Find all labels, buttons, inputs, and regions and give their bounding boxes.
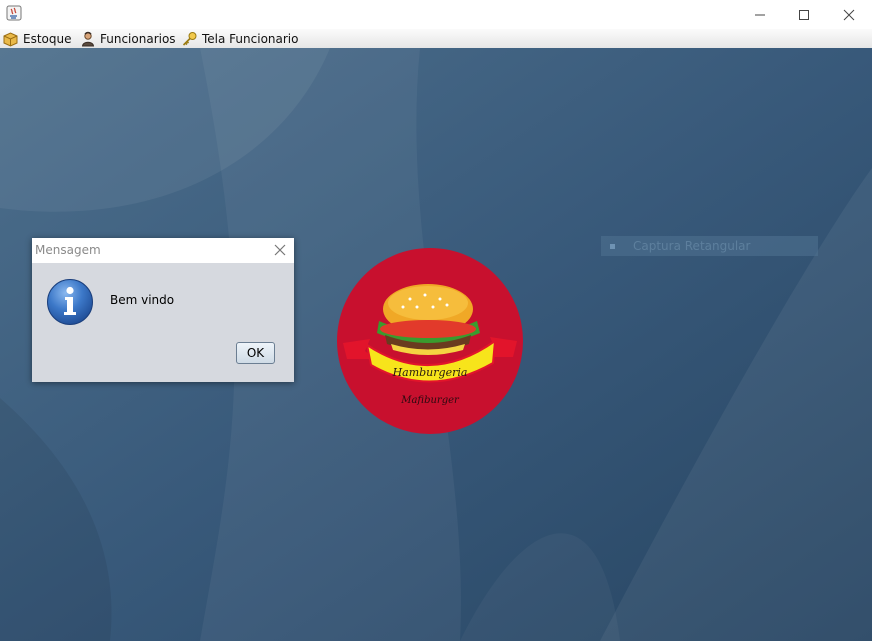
capture-label: Captura Retangular (633, 239, 751, 253)
menu-tela-funcionario[interactable]: Tela Funcionario (181, 29, 298, 48)
maximize-button[interactable] (781, 0, 827, 29)
hamburgeria-logo: Hamburgeria Mafiburger (337, 248, 523, 434)
java-app-icon (6, 5, 22, 21)
logo-text-hamburgeria: Hamburgeria (392, 366, 468, 379)
info-icon (47, 279, 93, 325)
window-titlebar (0, 0, 872, 29)
close-icon (843, 9, 855, 20)
capture-overlay[interactable]: Captura Retangular (601, 236, 818, 256)
message-dialog: Mensagem Bem vindo OK (32, 238, 294, 382)
menu-funcionarios-label: Funcionarios (100, 31, 176, 46)
logo-text-mafiburger: Mafiburger (400, 395, 460, 406)
menu-funcionarios[interactable]: Funcionarios (80, 29, 176, 48)
person-icon (81, 31, 95, 46)
key-icon (182, 31, 197, 46)
dialog-message: Bem vindo (110, 293, 175, 307)
dialog-close-icon[interactable] (272, 242, 288, 258)
ok-button[interactable]: OK (236, 342, 275, 364)
close-button[interactable] (826, 0, 872, 29)
menu-bar: Estoque Funcionarios Tela Funcionario (0, 29, 872, 49)
dialog-title: Mensagem (35, 243, 101, 257)
dialog-titlebar: Mensagem (32, 238, 294, 263)
maximize-icon (799, 9, 809, 20)
capture-dot-icon (610, 243, 615, 249)
menu-estoque-label: Estoque (23, 31, 72, 46)
minimize-button[interactable] (737, 0, 783, 29)
minimize-icon (755, 14, 765, 15)
menu-estoque[interactable]: Estoque (2, 29, 72, 48)
menu-tela-funcionario-label: Tela Funcionario (202, 31, 299, 46)
package-icon (3, 31, 18, 47)
